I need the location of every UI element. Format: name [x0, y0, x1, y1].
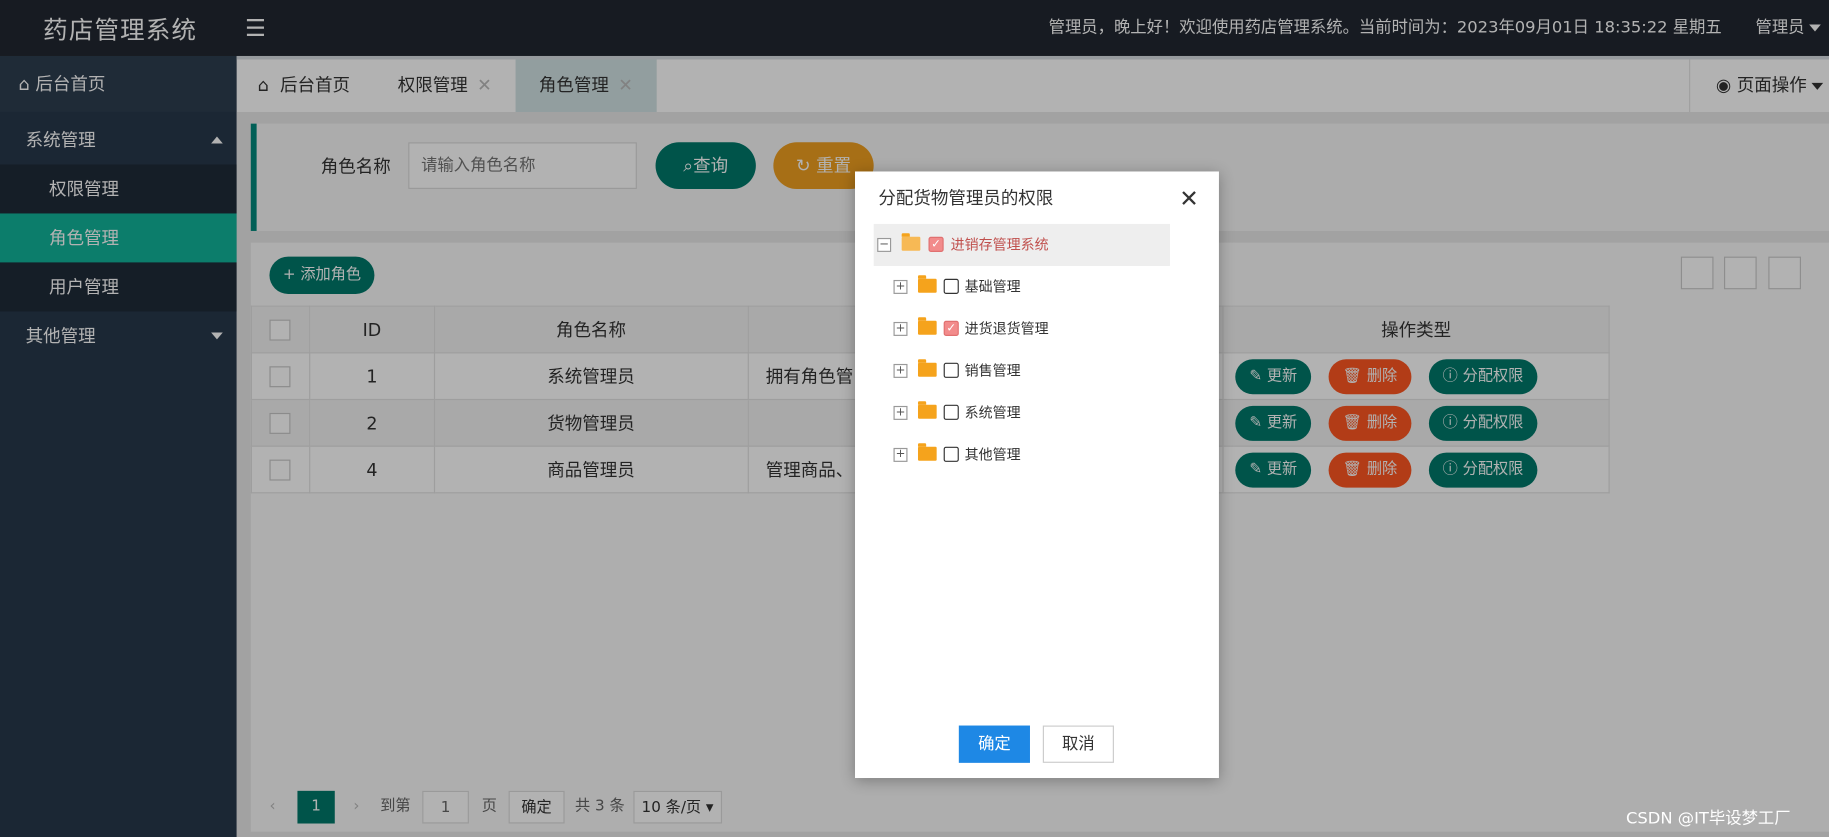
tree-node-label: 其他管理	[964, 446, 1021, 464]
expand-icon[interactable]: +	[893, 321, 908, 336]
tree-checkbox[interactable]	[943, 446, 959, 462]
tree-node[interactable]: + ✓ 进货退货管理	[893, 317, 1151, 340]
tree-node-root: − ✓ 进销存管理系统	[877, 233, 1157, 256]
folder-open-icon	[901, 233, 921, 251]
dialog-title: 分配货物管理员的权限	[878, 187, 1054, 209]
folder-icon	[917, 275, 937, 293]
folder-icon	[917, 401, 937, 419]
tree-checkbox[interactable]	[943, 362, 959, 378]
tree-node[interactable]: + 其他管理	[893, 443, 1151, 466]
tree-node[interactable]: + 系统管理	[893, 401, 1151, 424]
watermark: CSDN @IT毕设梦工厂	[1626, 809, 1791, 829]
folder-icon	[917, 317, 937, 335]
tree-node-label: 销售管理	[964, 362, 1021, 380]
expand-icon[interactable]: +	[893, 363, 908, 378]
tree-node-label: 基础管理	[964, 278, 1021, 296]
tree-node[interactable]: + 基础管理	[893, 275, 1151, 298]
tree-node-label: 进货退货管理	[964, 320, 1049, 338]
collapse-icon[interactable]: −	[877, 237, 892, 252]
close-icon[interactable]: ✕	[1179, 184, 1199, 212]
assign-permission-dialog: 分配货物管理员的权限 ✕ − ✓ 进销存管理系统 + 基础管理 + ✓ 进货退货…	[855, 171, 1219, 779]
dialog-cancel-button[interactable]: 取消	[1042, 725, 1114, 763]
tree-checkbox[interactable]: ✓	[928, 236, 944, 252]
tree-node-label: 进销存管理系统	[950, 236, 1049, 254]
app-root: 药店管理系统 ☰ 管理员，晚上好！欢迎使用药店管理系统。当前时间为：2023年0…	[0, 0, 1829, 837]
tree-root-row[interactable]: − ✓ 进销存管理系统	[873, 223, 1170, 266]
tree-checkbox[interactable]	[943, 404, 959, 420]
tree-node-label: 系统管理	[964, 404, 1021, 422]
tree-checkbox[interactable]	[943, 278, 959, 294]
dialog-ok-button[interactable]: 确定	[958, 725, 1030, 763]
tree-checkbox[interactable]: ✓	[943, 320, 959, 336]
expand-icon[interactable]: +	[893, 405, 908, 420]
expand-icon[interactable]: +	[893, 447, 908, 462]
expand-icon[interactable]: +	[893, 279, 908, 294]
tree-node[interactable]: + 销售管理	[893, 359, 1151, 382]
folder-icon	[917, 443, 937, 461]
folder-icon	[917, 359, 937, 377]
